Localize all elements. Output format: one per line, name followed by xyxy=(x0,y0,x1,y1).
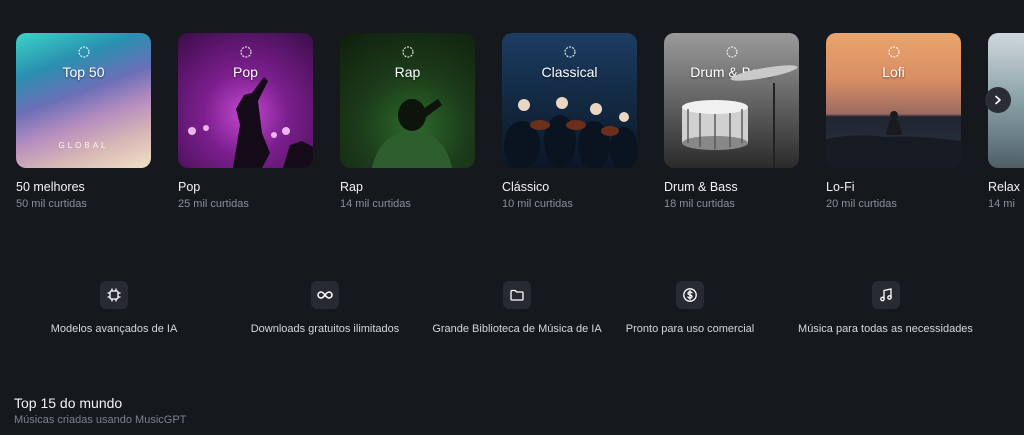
cpu-icon xyxy=(107,288,121,302)
playlist-card[interactable]: Top 50 GLOBAL 50 melhores 50 mil curtida… xyxy=(16,33,151,210)
playlist-name[interactable]: Relax xyxy=(988,180,1024,194)
playlist-cover[interactable]: Pop xyxy=(178,33,313,168)
section-title: Top 15 do mundo xyxy=(14,395,123,411)
performer-silhouette xyxy=(188,77,313,168)
playlist-likes: 20 mil curtidas xyxy=(826,198,897,210)
playlist-cover[interactable]: Top 50 GLOBAL xyxy=(16,33,151,168)
orchestra-silhouette xyxy=(504,97,637,168)
playlist-cover[interactable]: Rap xyxy=(340,33,475,168)
musicgpt-logo-icon xyxy=(77,46,90,58)
playlist-name[interactable]: Lo-Fi xyxy=(826,180,961,194)
feature-item: Downloads gratuitos ilimitados xyxy=(246,281,404,335)
playlist-likes: 10 mil curtidas xyxy=(502,198,573,210)
dollar-circle-icon xyxy=(683,288,697,302)
drum-kit-illustration xyxy=(682,65,798,168)
feature-icon-box xyxy=(100,281,128,309)
cover-subtitle: GLOBAL xyxy=(58,141,109,150)
playlist-likes: 25 mil curtidas xyxy=(178,198,249,210)
playlist-card[interactable]: Lofi Lo-Fi 20 mil curtidas xyxy=(826,33,961,210)
playlist-name[interactable]: Clássico xyxy=(502,180,637,194)
playlist-card[interactable]: Classical Clássico 10 mil curtidas xyxy=(502,33,637,210)
feature-label: Música para todas as necessidades xyxy=(798,323,973,335)
feature-item: Pronto para uso comercial xyxy=(622,281,758,335)
feature-label: Modelos avançados de IA xyxy=(50,323,178,335)
folder-icon xyxy=(510,289,524,301)
playlist-cover[interactable]: Drum & Bass xyxy=(664,33,799,168)
playlist-card[interactable]: Pop Pop 25 mil curtidas xyxy=(178,33,313,210)
rapper-silhouette xyxy=(372,99,452,168)
playlist-cover[interactable]: Classical xyxy=(502,33,637,168)
playlist-likes: 50 mil curtidas xyxy=(16,198,87,210)
playlist-name[interactable]: Pop xyxy=(178,180,313,194)
carousel-next-button[interactable] xyxy=(985,87,1011,113)
playlist-cover[interactable]: Lofi xyxy=(826,33,961,168)
section-subtitle: Músicas criadas usando MusicGPT xyxy=(14,414,187,426)
playlist-likes: 14 mi xyxy=(988,198,1015,210)
feature-icon-box xyxy=(311,281,339,309)
feature-item: Grande Biblioteca de Música de IA xyxy=(429,281,605,335)
feature-icon-box xyxy=(503,281,531,309)
playlist-likes: 18 mil curtidas xyxy=(664,198,735,210)
playlist-name[interactable]: Rap xyxy=(340,180,475,194)
infinity-icon xyxy=(317,291,333,299)
playlist-name[interactable]: 50 melhores xyxy=(16,180,151,194)
playlist-card[interactable]: Drum & Bass Drum & Bass 18 mil curtidas xyxy=(664,33,799,210)
meditating-person-silhouette xyxy=(826,111,961,168)
feature-icon-box xyxy=(871,281,900,309)
music-note-icon xyxy=(879,288,892,302)
feature-label: Grande Biblioteca de Música de IA xyxy=(432,323,602,335)
cover-title: Top 50 xyxy=(62,64,105,80)
feature-label: Pronto para uso comercial xyxy=(625,323,755,335)
playlist-carousel: Top 50 GLOBAL 50 melhores 50 mil curtida… xyxy=(16,33,1024,213)
feature-icon-box xyxy=(676,281,704,309)
feature-item: Modelos avançados de IA xyxy=(48,281,180,335)
feature-item: Música para todas as necessidades xyxy=(793,281,978,335)
playlist-card[interactable]: Rap Rap 14 mil curtidas xyxy=(340,33,475,210)
playlist-likes: 14 mil curtidas xyxy=(340,198,411,210)
playlist-name[interactable]: Drum & Bass xyxy=(664,180,799,194)
chevron-right-icon xyxy=(995,95,1001,105)
playlist-card[interactable]: Relax 14 mi xyxy=(988,33,1024,210)
feature-label: Downloads gratuitos ilimitados xyxy=(250,323,400,335)
features-row: Modelos avançados de IA Downloads gratui… xyxy=(0,281,1024,351)
